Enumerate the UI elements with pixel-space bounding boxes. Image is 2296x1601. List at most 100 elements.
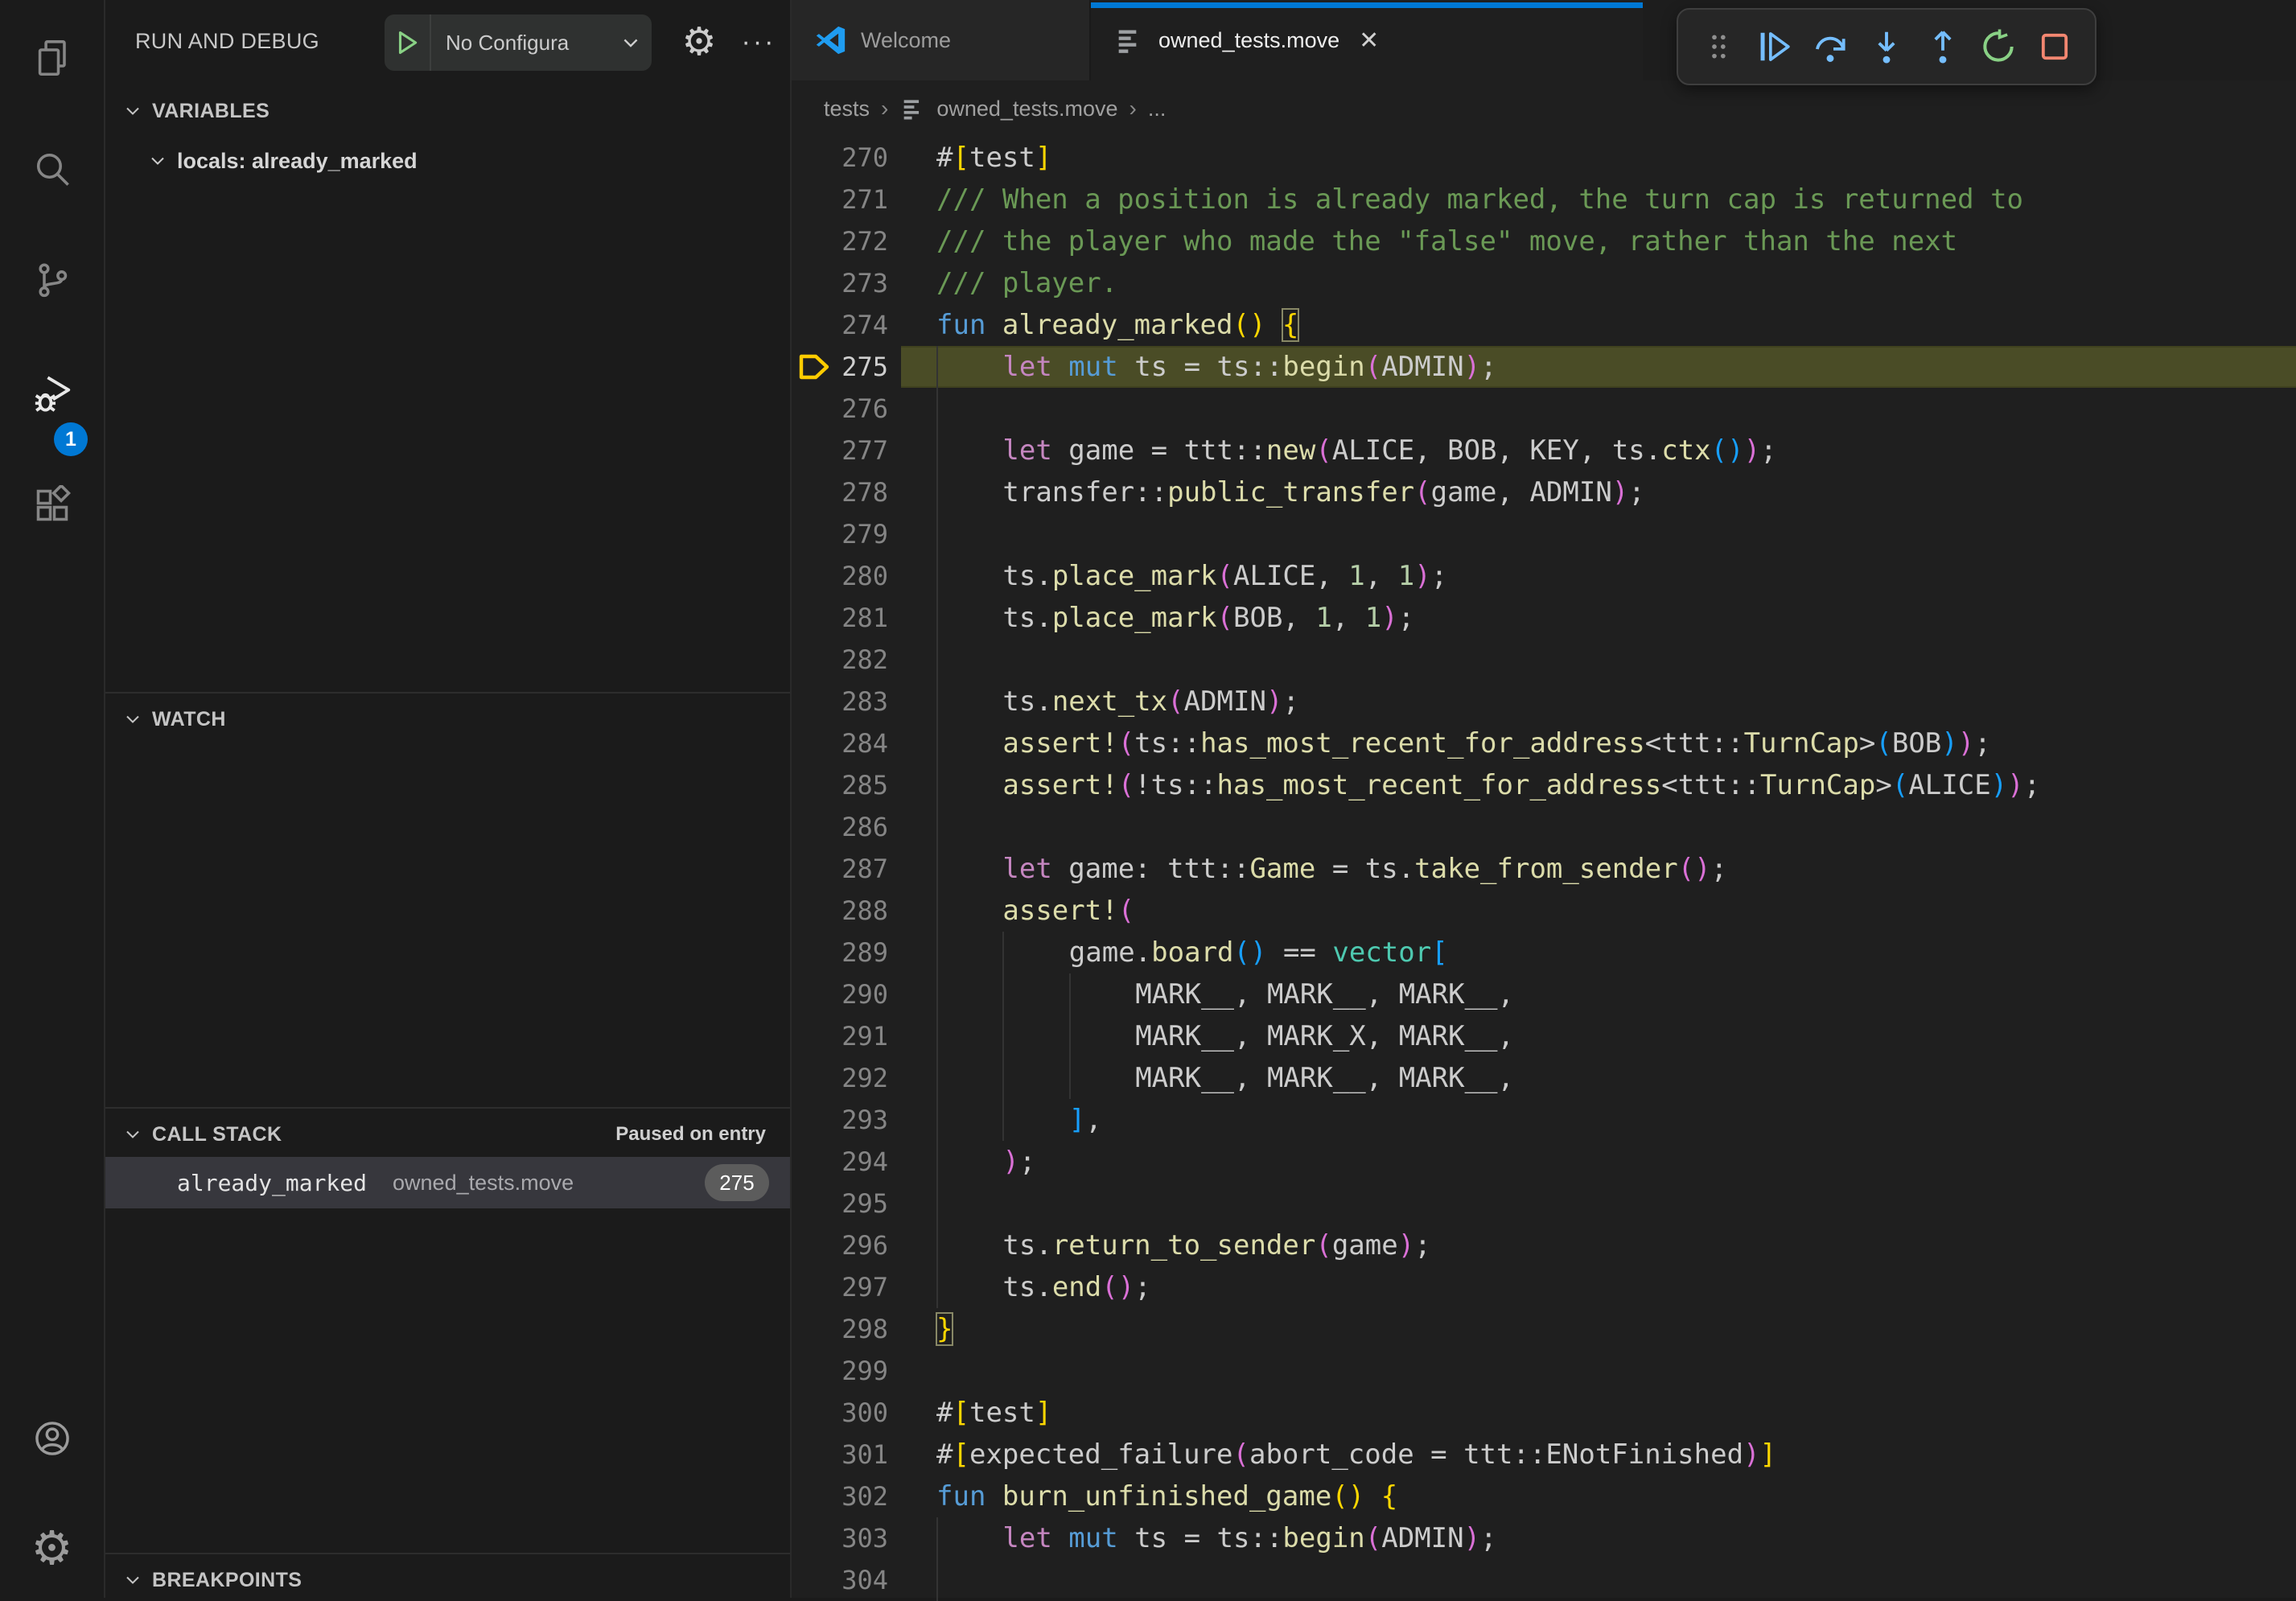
line-number[interactable]: 277 [816,430,888,471]
line-number[interactable]: 283 [816,681,888,722]
stop-button[interactable] [2034,26,2076,68]
more-actions-icon[interactable]: ··· [730,11,788,72]
line-number[interactable]: 294 [816,1141,888,1183]
line-number[interactable]: 288 [816,890,888,932]
line-number[interactable]: 281 [816,597,888,639]
code-line[interactable]: 291MARK__, MARK_X, MARK__, [792,1015,2296,1057]
line-number[interactable]: 275 [816,346,888,388]
code-line[interactable]: 287let game: ttt::Game = ts.take_from_se… [792,848,2296,890]
code-line[interactable]: 281ts.place_mark(BOB, 1, 1); [792,597,2296,639]
code-line[interactable]: 295 [792,1183,2296,1224]
callstack-frame-row[interactable]: already_marked owned_tests.move 275 [105,1157,790,1208]
line-number[interactable]: 290 [816,973,888,1015]
code-line[interactable]: 293], [792,1099,2296,1141]
line-number[interactable]: 274 [816,304,888,346]
line-number[interactable]: 300 [816,1392,888,1434]
step-into-button[interactable] [1866,26,1907,68]
search-icon[interactable] [0,125,104,213]
start-debugging-button[interactable] [385,14,431,71]
variables-scope-row[interactable]: locals: already_marked [105,138,790,183]
line-number[interactable]: 280 [816,555,888,597]
code-line[interactable]: 304 [792,1559,2296,1601]
code-line[interactable]: 292MARK__, MARK__, MARK__, [792,1057,2296,1099]
line-number[interactable]: 278 [816,471,888,513]
extensions-icon[interactable] [0,461,104,549]
line-number[interactable]: 285 [816,764,888,806]
toolbar-drag-grip[interactable] [1697,26,1739,68]
line-number[interactable]: 292 [816,1057,888,1099]
code-line[interactable]: 289game.board() == vector[ [792,932,2296,973]
code-line[interactable]: 282 [792,639,2296,681]
line-number[interactable]: 289 [816,932,888,973]
line-number[interactable]: 270 [816,137,888,179]
section-breakpoints-header[interactable]: BREAKPOINTS [105,1559,790,1601]
line-number[interactable]: 272 [816,220,888,262]
debug-config-dropdown[interactable]: No Configura [385,14,652,71]
code-line[interactable]: 297ts.end(); [792,1266,2296,1308]
tab-welcome[interactable]: Welcome [792,0,1091,80]
code-line[interactable]: 273/// player. [792,262,2296,304]
code-line[interactable]: 274fun already_marked() { [792,304,2296,346]
restart-button[interactable] [1977,26,2019,68]
settings-gear-icon[interactable]: ⚙ [0,1504,104,1592]
line-number[interactable]: 299 [816,1350,888,1392]
line-number[interactable]: 298 [816,1308,888,1350]
code-line[interactable]: 285assert!(!ts::has_most_recent_for_addr… [792,764,2296,806]
source-control-icon[interactable] [0,236,104,324]
line-number[interactable]: 273 [816,262,888,304]
code-line[interactable]: 302fun burn_unfinished_game() { [792,1475,2296,1517]
debug-settings-gear-icon[interactable]: ⚙ [669,11,730,72]
run-debug-icon[interactable]: 1 [0,350,104,438]
code-line[interactable]: 300#[test] [792,1392,2296,1434]
line-number[interactable]: 303 [816,1517,888,1559]
code-line[interactable]: 288assert!( [792,890,2296,932]
line-number[interactable]: 282 [816,639,888,681]
line-number[interactable]: 276 [816,388,888,430]
code-line[interactable]: 299 [792,1350,2296,1392]
code-line[interactable]: 275let mut ts = ts::begin(ADMIN); [792,346,2296,388]
code-line[interactable]: 298} [792,1308,2296,1350]
code-line[interactable]: 286 [792,806,2296,848]
line-number[interactable]: 304 [816,1559,888,1601]
code-line[interactable]: 280ts.place_mark(ALICE, 1, 1); [792,555,2296,597]
code-line[interactable]: 284assert!(ts::has_most_recent_for_addre… [792,722,2296,764]
line-number[interactable]: 286 [816,806,888,848]
line-number[interactable]: 302 [816,1475,888,1517]
code-line[interactable]: 277let game = ttt::new(ALICE, BOB, KEY, … [792,430,2296,471]
close-icon[interactable]: ✕ [1359,27,1379,55]
line-number[interactable]: 271 [816,179,888,220]
code-line[interactable]: 272/// the player who made the "false" m… [792,220,2296,262]
code-line[interactable]: 279 [792,513,2296,555]
code-line[interactable]: 283ts.next_tx(ADMIN); [792,681,2296,722]
line-number[interactable]: 293 [816,1099,888,1141]
code-line[interactable]: 271/// When a position is already marked… [792,179,2296,220]
code-line[interactable]: 276 [792,388,2296,430]
breadcrumb-item-file[interactable]: owned_tests.move [899,95,1117,122]
breadcrumb-item-symbol[interactable]: ... [1148,97,1167,121]
line-number[interactable]: 287 [816,848,888,890]
line-number[interactable]: 301 [816,1434,888,1475]
code-line[interactable]: 303let mut ts = ts::begin(ADMIN); [792,1517,2296,1559]
code-line[interactable]: 296ts.return_to_sender(game); [792,1224,2296,1266]
line-number[interactable]: 284 [816,722,888,764]
step-over-button[interactable] [1809,26,1851,68]
account-icon[interactable] [0,1394,104,1483]
code-line[interactable]: 290MARK__, MARK__, MARK__, [792,973,2296,1015]
line-number[interactable]: 295 [816,1183,888,1224]
tab-owned-tests[interactable]: owned_tests.move ✕ [1091,0,1643,80]
line-number[interactable]: 296 [816,1224,888,1266]
section-watch-header[interactable]: WATCH [105,698,790,740]
line-number[interactable]: 279 [816,513,888,555]
step-out-button[interactable] [1922,26,1964,68]
section-callstack-header[interactable]: CALL STACK Paused on entry [105,1113,790,1155]
line-number[interactable]: 297 [816,1266,888,1308]
line-number[interactable]: 291 [816,1015,888,1057]
section-variables-header[interactable]: VARIABLES [105,90,790,132]
code-line[interactable]: 270#[test] [792,137,2296,179]
code-line[interactable]: 294); [792,1141,2296,1183]
code-line[interactable]: 278transfer::public_transfer(game, ADMIN… [792,471,2296,513]
breadcrumb-item-tests[interactable]: tests [824,97,870,121]
explorer-icon[interactable] [0,14,104,102]
continue-button[interactable] [1754,26,1796,68]
code-line[interactable]: 301#[expected_failure(abort_code = ttt::… [792,1434,2296,1475]
